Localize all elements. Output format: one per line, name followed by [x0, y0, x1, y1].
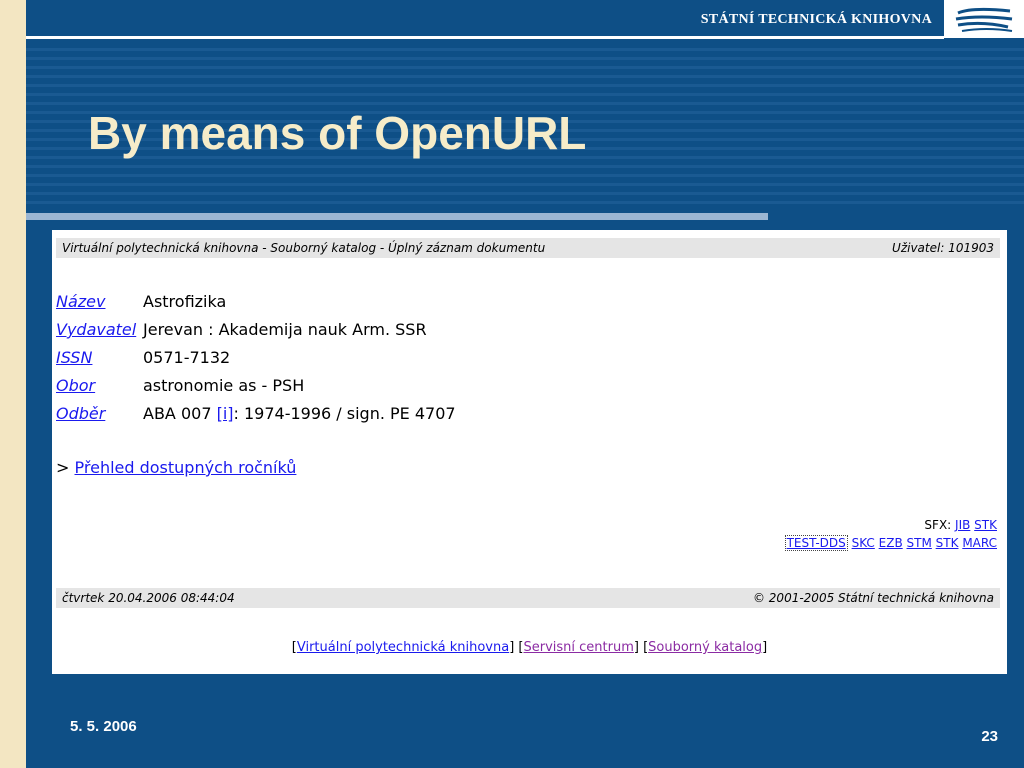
field-value: astronomie as - PSH — [143, 376, 305, 395]
catalog-footer-bar: čtvrtek 20.04.2006 08:44:04 © 2001-2005 … — [56, 588, 1000, 608]
copyright: © 2001-2005 Státní technická knihovna — [752, 591, 994, 605]
holdings-value: ABA 007 [i]: 1974-1996 / sign. PE 4707 — [143, 404, 456, 423]
page-number: 23 — [981, 728, 998, 745]
logo — [944, 0, 1024, 38]
service-link-stk[interactable]: STK — [936, 536, 959, 550]
catalog-header-bar: Virtuální polytechnická knihovna - Soubo… — [56, 238, 1000, 258]
holdings-info-link[interactable]: [i] — [217, 404, 234, 423]
sfx-link-stk[interactable]: STK — [974, 518, 997, 532]
service-link-ezb[interactable]: EZB — [879, 536, 903, 550]
sfx-link-jib[interactable]: JIB — [955, 518, 970, 532]
sfx-label: SFX: — [924, 518, 956, 532]
catalog-breadcrumb: Virtuální polytechnická knihovna - Soubo… — [62, 241, 546, 255]
header-line — [26, 36, 944, 39]
holdings-suffix: : 1974-1996 / sign. PE 4707 — [233, 404, 456, 423]
nav-link-souborny-katalog[interactable]: Souborný katalog — [648, 640, 762, 655]
nav-link-servisni-centrum[interactable]: Servisní centrum — [523, 640, 633, 655]
catalog-screenshot: Virtuální polytechnická knihovna - Soubo… — [52, 230, 1007, 674]
service-links: TEST-DDS SKC EZB STM STK MARC — [784, 535, 997, 551]
service-link-stm[interactable]: STM — [907, 536, 932, 550]
org-name: STÁTNÍ TECHNICKÁ KNIHOVNA — [700, 12, 932, 27]
slide-title: By means of OpenURL — [88, 107, 587, 159]
field-label-link[interactable]: ISSN — [56, 348, 92, 367]
stk-logo-icon — [955, 7, 1013, 32]
timestamp: čtvrtek 20.04.2006 08:44:04 — [62, 591, 235, 605]
title-underline — [26, 213, 768, 220]
service-link-skc[interactable]: SKC — [852, 536, 875, 550]
available-volumes-line: > Přehled dostupných ročníků — [56, 458, 296, 477]
available-volumes-link[interactable]: Přehled dostupných ročníků — [75, 458, 297, 477]
sfx-links: SFX: JIB STK — [924, 518, 997, 532]
service-link-marc[interactable]: MARC — [962, 536, 997, 550]
service-link-test-dds[interactable]: TEST-DDS — [784, 535, 848, 551]
bottom-nav: [Virtuální polytechnická knihovna] [Serv… — [291, 640, 768, 655]
left-stripe — [0, 0, 26, 768]
slide: STÁTNÍ TECHNICKÁ KNIHOVNA By means of Op… — [0, 0, 1024, 768]
holdings-prefix: ABA 007 — [143, 404, 217, 423]
slide-date: 5. 5. 2006 — [70, 718, 137, 735]
field-value: 0571-7132 — [143, 348, 231, 367]
field-label-link[interactable]: Obor — [56, 376, 95, 395]
nav-link-vpk[interactable]: Virtuální polytechnická knihovna — [297, 640, 509, 655]
field-label-link[interactable]: Název — [56, 292, 105, 311]
user-id: Uživatel: 101903 — [892, 241, 994, 255]
field-value: Astrofizika — [143, 292, 227, 311]
more-prefix: > — [56, 458, 75, 477]
field-label-link[interactable]: Odběr — [56, 404, 105, 423]
field-label-link[interactable]: Vydavatel — [56, 320, 136, 339]
field-value: Jerevan : Akademija nauk Arm. SSR — [143, 320, 427, 339]
